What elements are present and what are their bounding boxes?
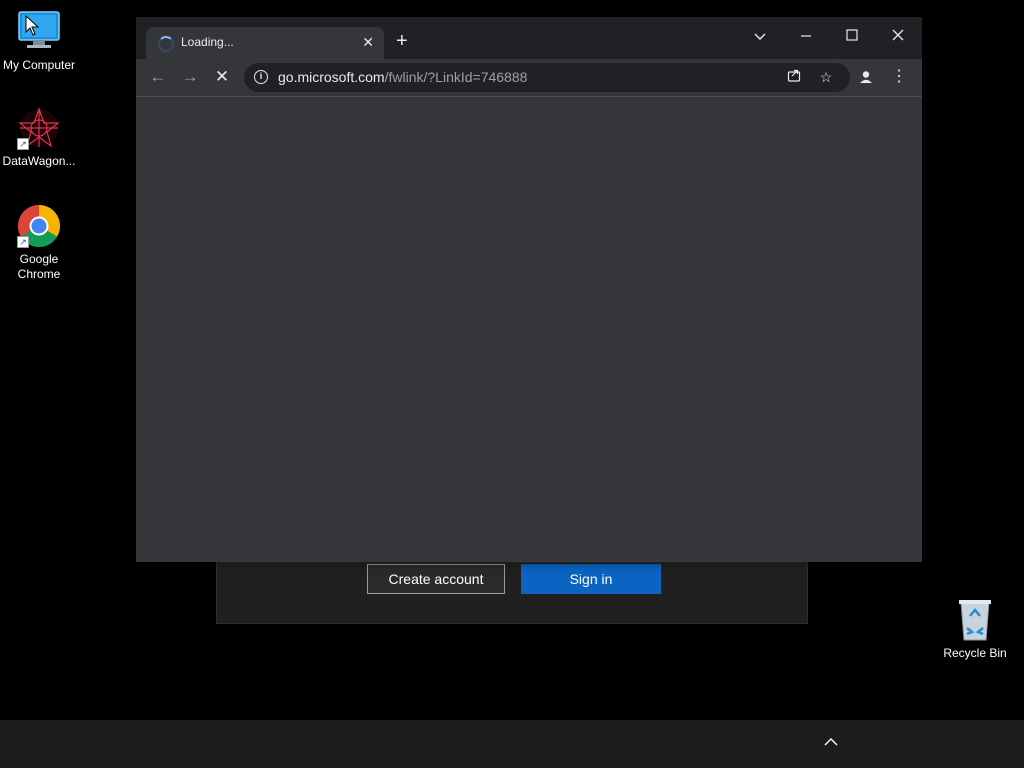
desktop-icon-recycle-bin[interactable]: Recycle Bin (935, 598, 1015, 661)
background-dialog: Create account Sign in (216, 562, 808, 624)
page-content-area (136, 97, 922, 562)
share-icon[interactable] (784, 67, 804, 87)
minimize-button[interactable] (786, 23, 826, 49)
show-hidden-icons-chevron-up-icon[interactable] (820, 734, 842, 754)
desktop-icon-label: My Computer (2, 58, 76, 72)
tab-close-icon[interactable]: ✕ (362, 34, 374, 51)
site-info-icon[interactable]: i (254, 70, 268, 84)
bookmark-star-icon[interactable]: ☆ (816, 67, 836, 87)
maximize-button[interactable] (832, 23, 872, 49)
desktop-icon-datawagon[interactable]: ↗ DataWagon... (0, 106, 79, 169)
address-bar[interactable]: i go.microsoft.com/fwlink/?LinkId=746888… (244, 63, 850, 92)
sign-in-button[interactable]: Sign in (521, 564, 661, 594)
url-host: go.microsoft.com (278, 69, 385, 85)
desktop-icon-my-computer[interactable]: My Computer (0, 10, 79, 73)
loading-spinner-icon (158, 36, 174, 52)
close-window-button[interactable] (878, 23, 918, 49)
desktop-icon-google-chrome[interactable]: ↗ Google Chrome (0, 204, 79, 282)
desktop-icon-label: Recycle Bin (943, 646, 1007, 660)
forward-button[interactable]: → (178, 65, 202, 89)
tab-title: Loading... (181, 35, 234, 49)
stop-loading-button[interactable]: ✕ (210, 65, 234, 89)
tab-strip: Loading... ✕ + (136, 17, 922, 59)
shortcut-arrow-icon: ↗ (17, 138, 29, 150)
computer-icon (17, 10, 61, 54)
taskbar (0, 720, 1024, 768)
chrome-icon: ↗ (17, 204, 61, 248)
menu-more-icon[interactable]: ⋮ (891, 66, 907, 88)
browser-window: Loading... ✕ + ← → ✕ i go.microsoft.com/… (136, 17, 922, 562)
back-button[interactable]: ← (146, 65, 170, 89)
desktop-icon-label: Google Chrome (17, 252, 61, 281)
tab-loading[interactable]: Loading... ✕ (146, 27, 384, 59)
create-account-button[interactable]: Create account (367, 564, 505, 594)
datawagon-icon: ↗ (17, 106, 61, 150)
shortcut-arrow-icon: ↗ (17, 236, 29, 248)
address-url: go.microsoft.com/fwlink/?LinkId=746888 (278, 69, 527, 85)
recycle-bin-icon (953, 598, 997, 642)
new-tab-button[interactable]: + (396, 31, 408, 51)
tab-search-icon[interactable] (740, 23, 780, 49)
profile-avatar-icon[interactable] (857, 68, 875, 86)
url-path: /fwlink/?LinkId=746888 (384, 69, 528, 85)
browser-toolbar: ← → ✕ i go.microsoft.com/fwlink/?LinkId=… (136, 59, 922, 97)
desktop-icon-label: DataWagon... (2, 154, 76, 168)
